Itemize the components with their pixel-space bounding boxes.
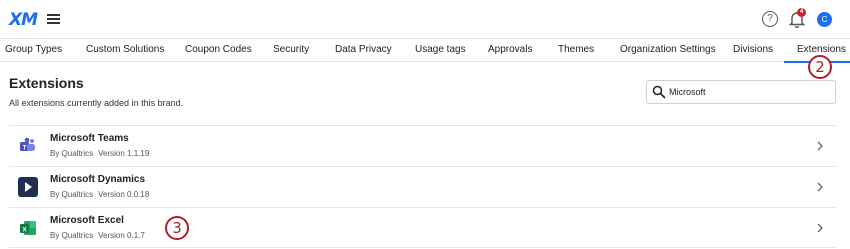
- svg-text:X: X: [22, 226, 27, 233]
- svg-text:T: T: [23, 145, 27, 151]
- tab-coupon-codes[interactable]: Coupon Codes: [185, 44, 252, 55]
- extension-version: Version 0.1.7: [98, 231, 145, 240]
- user-avatar[interactable]: C: [817, 12, 832, 27]
- tab-approvals[interactable]: Approvals: [488, 44, 532, 55]
- microsoft-dynamics-icon: [18, 177, 38, 197]
- notifications-bell-icon[interactable]: 4: [788, 8, 806, 29]
- page-subtitle: All extensions currently added in this b…: [9, 98, 184, 108]
- notification-count-badge: 4: [797, 8, 806, 17]
- tab-extensions[interactable]: Extensions: [797, 44, 846, 55]
- extension-meta: By Qualtrics Version 0.0.18: [50, 190, 149, 199]
- extension-version: Version 1.1.19: [98, 149, 150, 158]
- microsoft-teams-icon: T: [20, 137, 35, 151]
- tab-themes[interactable]: Themes: [558, 44, 594, 55]
- tab-group-types[interactable]: Group Types: [5, 44, 62, 55]
- chevron-right-icon: [817, 182, 823, 192]
- tab-organization-settings[interactable]: Organization Settings: [620, 44, 716, 55]
- extension-meta: By Qualtrics Version 0.1.7: [50, 231, 145, 240]
- hamburger-menu-icon[interactable]: [47, 14, 60, 24]
- page-title: Extensions: [9, 75, 84, 91]
- step-callout-3: 3: [165, 216, 189, 240]
- step-callout-2: 2: [808, 55, 832, 79]
- extension-name: Microsoft Dynamics: [50, 174, 146, 185]
- help-icon[interactable]: ?: [762, 11, 778, 27]
- xm-logo[interactable]: XM: [9, 10, 38, 30]
- search-input[interactable]: [669, 84, 829, 100]
- tab-security[interactable]: Security: [273, 44, 309, 55]
- tab-divisions[interactable]: Divisions: [733, 44, 773, 55]
- extension-publisher: By Qualtrics: [50, 149, 94, 158]
- extension-row-microsoft-dynamics[interactable]: Microsoft Dynamics By Qualtrics Version 0…: [9, 166, 836, 207]
- extension-version: Version 0.0.18: [98, 190, 150, 199]
- extension-publisher: By Qualtrics: [50, 231, 94, 240]
- microsoft-excel-icon: X: [20, 221, 36, 235]
- tab-data-privacy[interactable]: Data Privacy: [335, 44, 392, 55]
- chevron-right-icon: [817, 223, 823, 233]
- extension-row-microsoft-excel[interactable]: X Microsoft Excel By Qualtrics Version 0.…: [9, 207, 836, 248]
- extension-name: Microsoft Teams: [50, 133, 129, 144]
- tab-custom-solutions[interactable]: Custom Solutions: [86, 44, 164, 55]
- tab-usage-tags[interactable]: Usage tags: [415, 44, 466, 55]
- extension-publisher: By Qualtrics: [50, 190, 94, 199]
- extension-name: Microsoft Excel: [50, 215, 124, 226]
- search-icon: [652, 85, 666, 99]
- extension-meta: By Qualtrics Version 1.1.19: [50, 149, 149, 158]
- top-bar: XM ? 4 C: [0, 0, 850, 38]
- extension-search-box[interactable]: [646, 80, 836, 104]
- settings-tab-bar: Group Types Custom Solutions Coupon Code…: [0, 38, 850, 63]
- chevron-right-icon: [817, 141, 823, 151]
- extension-row-microsoft-teams[interactable]: T Microsoft Teams By Qualtrics Version 1.…: [9, 125, 836, 166]
- extensions-list: T Microsoft Teams By Qualtrics Version 1.…: [9, 125, 836, 248]
